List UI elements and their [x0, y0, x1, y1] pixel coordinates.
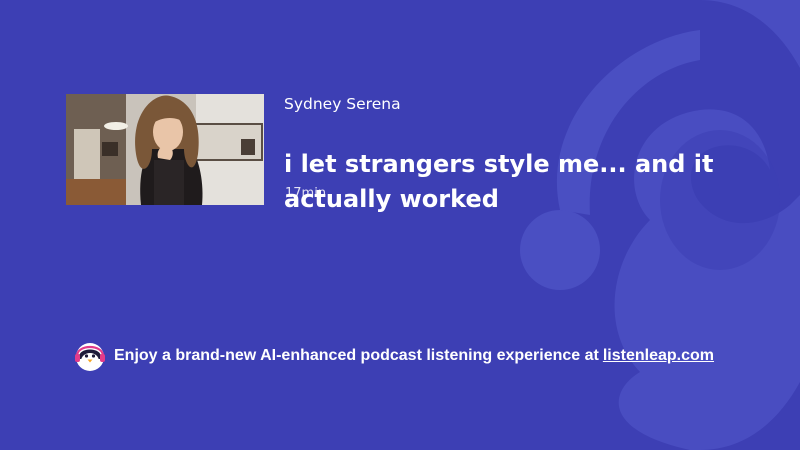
headphones-watermark-icon	[520, 0, 800, 450]
promo-banner: Enjoy a brand-new AI-enhanced podcast li…	[74, 340, 714, 372]
episode-thumbnail[interactable]	[66, 94, 264, 205]
episode-author: Sydney Serena	[284, 95, 401, 113]
thumbnail-image	[66, 94, 264, 205]
promo-text: Enjoy a brand-new AI-enhanced podcast li…	[114, 347, 599, 364]
listenleap-link[interactable]: listenleap.com	[603, 347, 714, 365]
penguin-headphones-icon	[75, 343, 105, 371]
episode-title[interactable]: i let strangers style me... and it actua…	[284, 147, 754, 217]
